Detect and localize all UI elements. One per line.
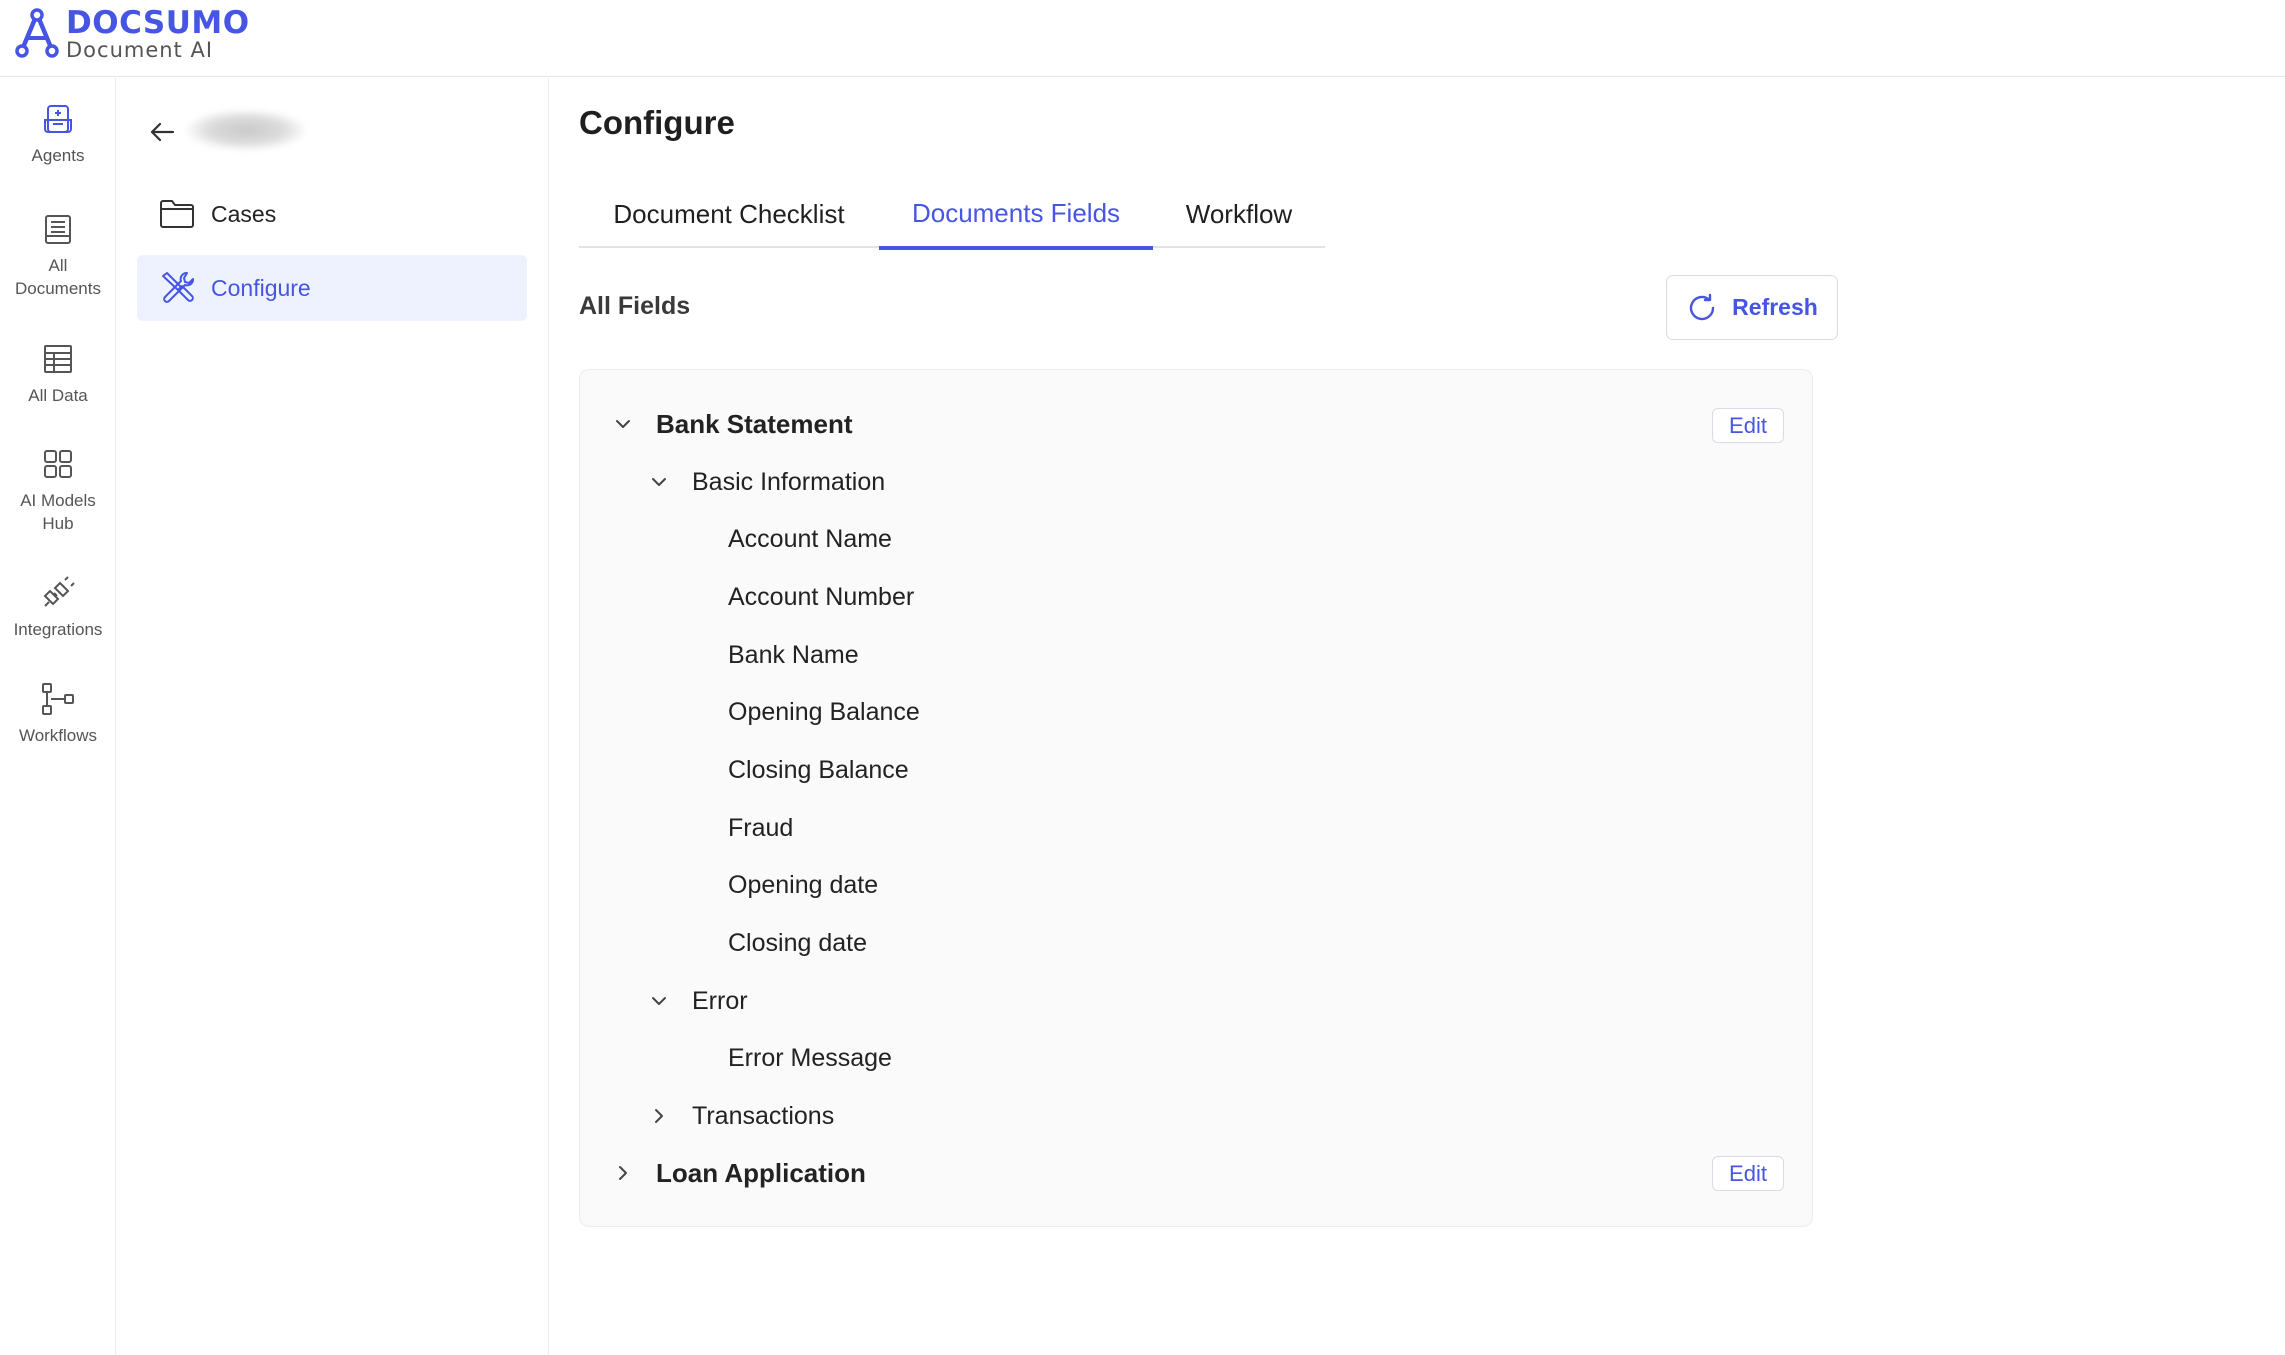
page-title: Configure	[579, 104, 735, 141]
nav-all-documents[interactable]: All Documents	[0, 210, 116, 300]
fields-tree-panel: Bank Statement Edit Basic Information Ac…	[579, 369, 1813, 1227]
tree-label-bank-statement: Bank Statement	[656, 408, 853, 439]
tree-field-account-name[interactable]: Account Name	[728, 519, 892, 559]
tree-field-closing-date[interactable]: Closing date	[728, 923, 867, 963]
tree-field-fraud[interactable]: Fraud	[728, 808, 793, 848]
tab-document-checklist[interactable]: Document Checklist	[579, 180, 879, 248]
field-label: Bank Name	[728, 640, 859, 669]
tree-node-bank-statement[interactable]: Bank Statement	[610, 404, 853, 444]
docsumo-logo-icon	[15, 8, 59, 58]
tree-label-basic-information: Basic Information	[692, 467, 886, 496]
tab-workflow[interactable]: Workflow	[1153, 180, 1325, 248]
main-nav-rail: Agents All Documents All Data AI Models …	[0, 78, 116, 1355]
field-label: Closing Balance	[728, 755, 909, 784]
nav-all-documents-label: All Documents	[15, 256, 101, 298]
subnav-item-cases-label: Cases	[211, 200, 277, 227]
field-label: Error Message	[728, 1043, 892, 1072]
nav-integrations-label: Integrations	[13, 620, 103, 639]
table-icon	[39, 340, 77, 378]
subnav-item-cases[interactable]: Cases	[137, 181, 527, 247]
tree-label-transactions: Transactions	[692, 1101, 835, 1130]
documents-icon	[39, 210, 77, 248]
field-label: Closing date	[728, 928, 867, 957]
chevron-down-icon[interactable]	[646, 988, 672, 1014]
secondary-sidebar: Cases Configure	[117, 78, 549, 1355]
field-label: Account Name	[728, 524, 892, 553]
tree-field-closing-balance[interactable]: Closing Balance	[728, 750, 909, 790]
chevron-down-icon[interactable]	[610, 411, 636, 437]
nav-ai-models-hub[interactable]: AI Models Hub	[0, 445, 116, 535]
tree-node-transactions[interactable]: Transactions	[646, 1096, 834, 1136]
field-label: Opening date	[728, 870, 879, 899]
back-button[interactable]	[142, 112, 182, 152]
plug-icon	[39, 574, 77, 612]
field-label: Fraud	[728, 813, 794, 842]
tab-documents-fields[interactable]: Documents Fields	[879, 180, 1153, 250]
brand-name: DOCSUMO	[66, 4, 250, 41]
agent-name-blurred	[187, 110, 305, 150]
tree-node-loan-application[interactable]: Loan Application	[610, 1153, 866, 1193]
tree-label-error: Error	[692, 986, 748, 1015]
refresh-button[interactable]: Refresh	[1666, 275, 1838, 340]
chevron-right-icon[interactable]	[610, 1160, 636, 1186]
field-label: Account Number	[728, 582, 915, 611]
nav-integrations[interactable]: Integrations	[0, 574, 116, 641]
tree-field-opening-date[interactable]: Opening date	[728, 865, 878, 905]
edit-loan-application-button[interactable]: Edit	[1712, 1156, 1784, 1191]
nav-agents[interactable]: Agents	[0, 100, 116, 167]
tab-bar: Document Checklist Documents Fields Work…	[579, 180, 1325, 250]
nav-agents-label: Agents	[31, 146, 85, 165]
nav-all-data-label: All Data	[28, 386, 88, 405]
tree-label-loan-application: Loan Application	[656, 1157, 866, 1188]
chevron-down-icon[interactable]	[646, 469, 672, 495]
field-label: Opening Balance	[728, 697, 920, 726]
nav-all-data[interactable]: All Data	[0, 340, 116, 407]
chevron-right-icon[interactable]	[646, 1103, 672, 1129]
grid-icon	[39, 445, 77, 483]
subnav-item-configure-label: Configure	[211, 274, 311, 301]
subnav-item-configure[interactable]: Configure	[137, 255, 527, 321]
edit-bank-statement-button[interactable]: Edit	[1712, 408, 1784, 443]
refresh-label: Refresh	[1732, 294, 1818, 320]
workflow-icon	[39, 680, 77, 718]
tree-node-error[interactable]: Error	[646, 981, 748, 1021]
docsumo-logo[interactable]: DOCSUMO Document AI	[14, 4, 250, 64]
nav-workflows[interactable]: Workflows	[0, 680, 116, 747]
folder-icon	[157, 194, 197, 234]
arrow-left-icon	[150, 122, 175, 142]
tree-node-basic-information[interactable]: Basic Information	[646, 462, 885, 502]
nav-ai-models-hub-label: AI Models Hub	[20, 491, 96, 533]
all-fields-title: All Fields	[579, 292, 691, 320]
tree-field-opening-balance[interactable]: Opening Balance	[728, 692, 920, 732]
tree-field-bank-name[interactable]: Bank Name	[728, 635, 859, 675]
agents-icon	[39, 100, 77, 138]
tree-field-account-number[interactable]: Account Number	[728, 577, 914, 617]
tools-icon	[157, 268, 197, 308]
tree-field-error-message[interactable]: Error Message	[728, 1038, 892, 1078]
brand-subtitle: Document AI	[66, 37, 214, 62]
refresh-icon	[1689, 293, 1715, 320]
top-bar: DOCSUMO Document AI	[0, 0, 2285, 77]
nav-workflows-label: Workflows	[18, 726, 98, 745]
